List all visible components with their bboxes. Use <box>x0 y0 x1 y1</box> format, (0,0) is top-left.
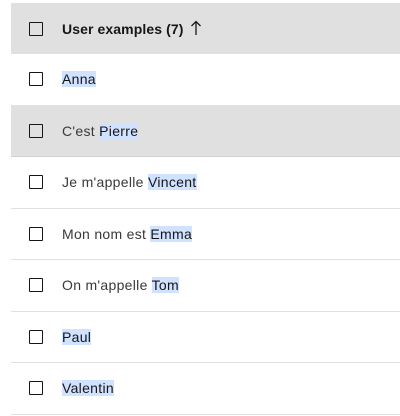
table-row[interactable]: Valentin <box>11 363 400 415</box>
example-text: Anna <box>62 71 96 88</box>
entity-highlight[interactable]: Pierre <box>99 122 139 139</box>
example-prefix: Je m'appelle <box>62 174 148 191</box>
arrow-up-icon[interactable] <box>190 20 202 36</box>
example-text: Mon nom est Emma <box>62 225 193 242</box>
row-checkbox[interactable] <box>29 329 43 344</box>
column-header-label: User examples (7) <box>62 21 184 37</box>
table-row[interactable]: C'est Pierre <box>11 105 400 157</box>
example-text: On m'appelle Tom <box>62 277 179 294</box>
example-text: C'est Pierre <box>62 122 139 139</box>
entity-highlight[interactable]: Anna <box>62 71 96 88</box>
entity-highlight[interactable]: Emma <box>150 225 193 242</box>
row-checkbox[interactable] <box>29 72 43 87</box>
user-examples-table: User examples (7) Anna C'est Pierre Je m… <box>11 3 400 415</box>
row-checkbox[interactable] <box>29 175 43 190</box>
entity-highlight[interactable]: Tom <box>151 277 179 294</box>
table-row[interactable]: Mon nom est Emma <box>11 208 400 260</box>
table-row[interactable]: Paul <box>11 311 400 363</box>
example-text: Paul <box>62 328 92 345</box>
table-row[interactable]: On m'appelle Tom <box>11 260 400 312</box>
row-checkbox[interactable] <box>29 381 43 396</box>
table-row[interactable]: Je m'appelle Vincent <box>11 157 400 209</box>
example-prefix: C'est <box>62 122 100 139</box>
row-checkbox[interactable] <box>29 226 43 241</box>
column-header-user-examples[interactable]: User examples (7) <box>62 20 202 37</box>
select-all-checkbox[interactable] <box>29 21 43 36</box>
row-checkbox[interactable] <box>29 123 43 138</box>
example-prefix: On m'appelle <box>62 277 152 294</box>
example-text: Je m'appelle Vincent <box>62 174 197 191</box>
row-checkbox[interactable] <box>29 278 43 293</box>
table-row[interactable]: Anna <box>11 54 400 106</box>
table-header: User examples (7) <box>11 3 400 54</box>
entity-highlight[interactable]: Vincent <box>147 174 197 191</box>
entity-highlight[interactable]: Valentin <box>62 380 114 397</box>
example-prefix: Mon nom est <box>62 225 151 242</box>
entity-highlight[interactable]: Paul <box>62 328 92 345</box>
example-text: Valentin <box>62 380 114 397</box>
